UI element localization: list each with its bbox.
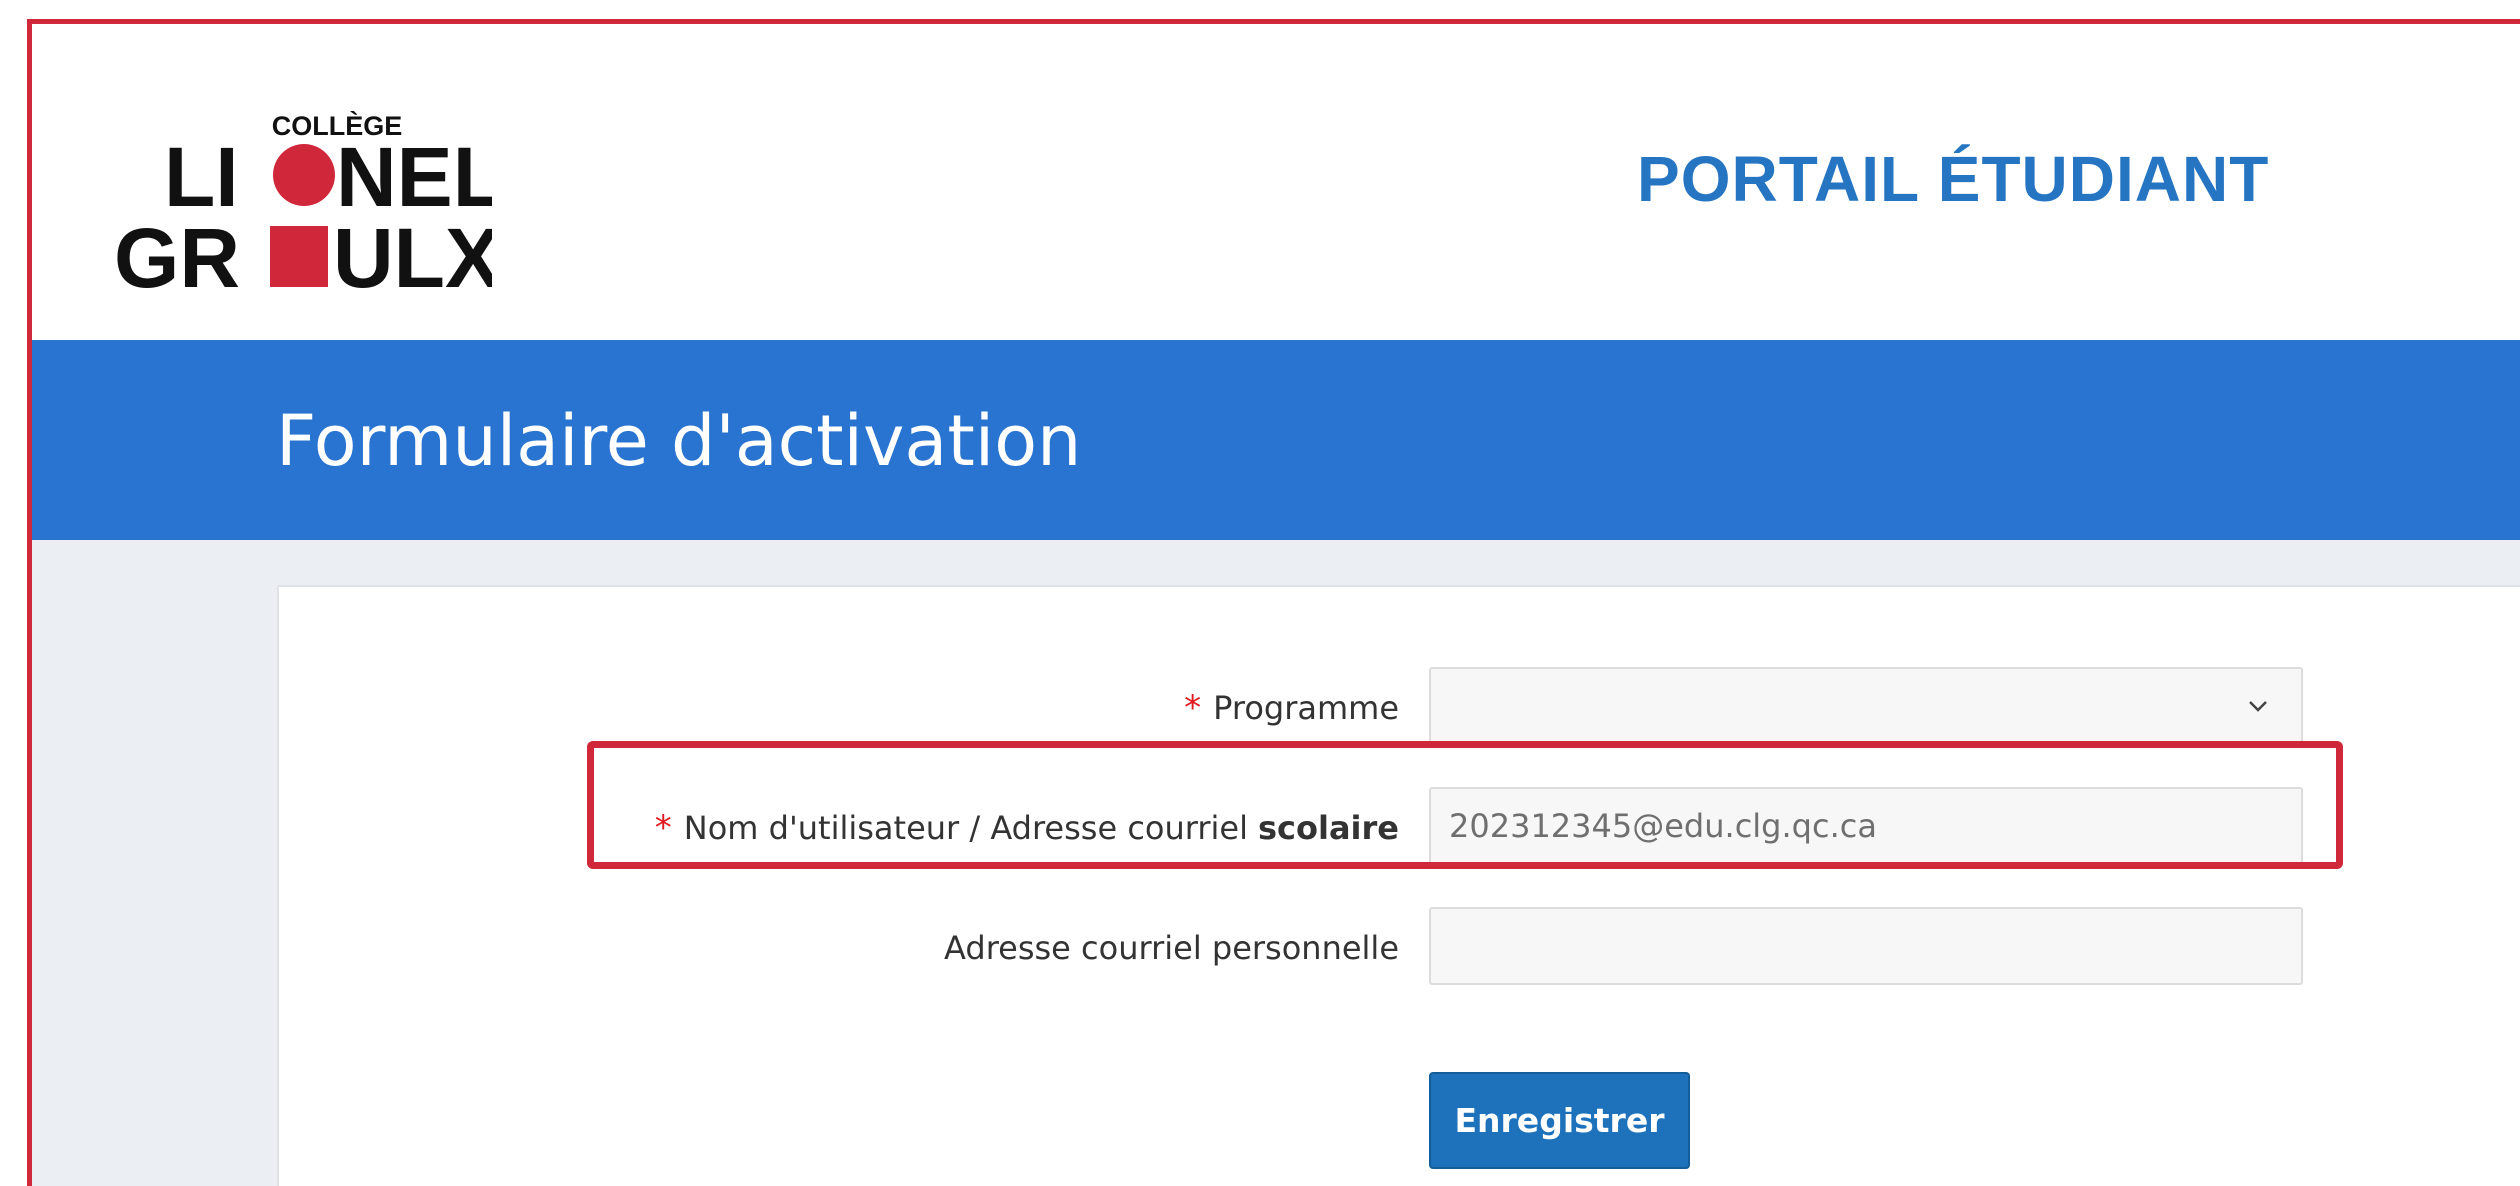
personal-email-field[interactable]	[1429, 907, 2303, 985]
svg-text:GR: GR	[114, 211, 240, 294]
username-value: 202312345@edu.clg.qc.ca	[1449, 807, 1877, 845]
programme-label-text: Programme	[1213, 689, 1399, 727]
page-frame: COLLÈGE LI NEL GR ULX PORTAIL ÉTUDIANT F…	[27, 19, 2520, 1186]
programme-select[interactable]	[1429, 667, 2303, 745]
username-label-text: Nom d'utilisateur / Adresse courriel	[683, 809, 1248, 847]
form-panel: * Programme * Nom d'utilisateur / Adress…	[277, 585, 2520, 1186]
svg-text:LI: LI	[164, 130, 239, 224]
svg-text:NEL: NEL	[336, 130, 492, 224]
programme-label: * Programme	[1184, 667, 1399, 749]
programme-row: * Programme	[279, 667, 2520, 749]
page-title: Formulaire d'activation	[276, 400, 1082, 482]
portal-title: PORTAIL ÉTUDIANT	[1637, 143, 2270, 215]
required-asterisk: *	[1184, 688, 1202, 728]
required-asterisk: *	[654, 808, 672, 848]
username-row: * Nom d'utilisateur / Adresse courriel s…	[279, 787, 2520, 869]
personal-email-label: Adresse courriel personnelle	[944, 929, 1399, 967]
site-header: COLLÈGE LI NEL GR ULX PORTAIL ÉTUDIANT	[32, 24, 2520, 340]
college-logo[interactable]: COLLÈGE LI NEL GR ULX	[82, 94, 492, 294]
logo-graphic: COLLÈGE LI NEL GR ULX	[114, 110, 492, 294]
username-label: * Nom d'utilisateur / Adresse courriel s…	[655, 787, 1399, 869]
username-field[interactable]: 202312345@edu.clg.qc.ca	[1429, 787, 2303, 865]
personal-email-row: Adresse courriel personnelle	[279, 907, 2520, 989]
username-label-bold: scolaire	[1257, 809, 1399, 847]
chevron-down-icon	[2249, 701, 2267, 712]
svg-text:ULX: ULX	[333, 211, 492, 294]
page-banner: Formulaire d'activation	[32, 340, 2520, 540]
submit-button[interactable]: Enregistrer	[1429, 1072, 1690, 1169]
